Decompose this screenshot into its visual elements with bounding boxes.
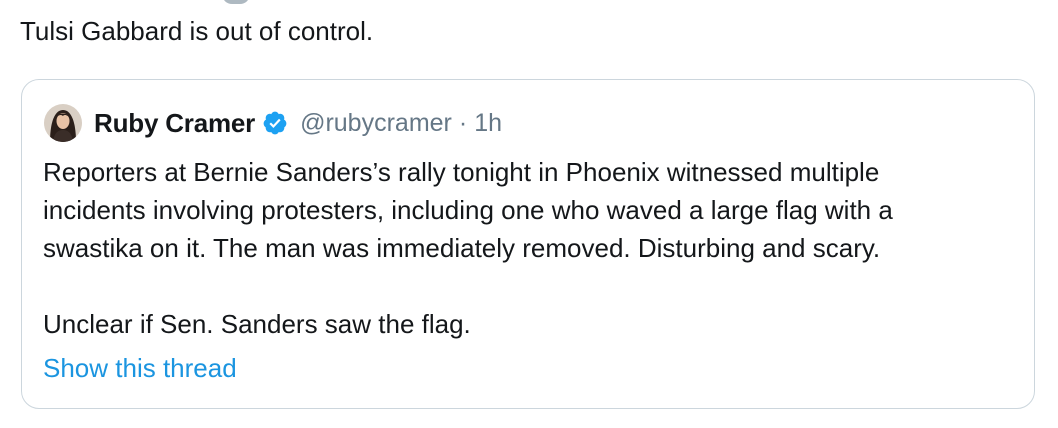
quoted-tweet-card[interactable]: Ruby Cramer @rubycramer · 1h Reporters a… [21, 79, 1035, 409]
quoted-tweet-paragraph: Unclear if Sen. Sanders saw the flag. [43, 309, 471, 339]
tweet-text: Tulsi Gabbard is out of control. [20, 16, 374, 46]
timestamp[interactable]: 1h [474, 109, 502, 138]
avatar[interactable] [44, 104, 82, 142]
tweet-page: Tulsi Gabbard is out of control. Ruby Cr… [0, 0, 1058, 428]
verified-badge-icon [262, 110, 288, 136]
separator-dot: · [458, 108, 468, 137]
cropped-avatar-edge [222, 0, 250, 4]
quoted-tweet-body: Reporters at Bernie Sanders’s rally toni… [43, 153, 1018, 343]
author-handle[interactable]: @rubycramer [300, 109, 452, 138]
quoted-tweet-paragraph: Reporters at Bernie Sanders’s rally toni… [43, 157, 893, 263]
avatar-image [44, 104, 82, 142]
quoted-tweet-header: Ruby Cramer @rubycramer · 1h [44, 101, 502, 145]
show-thread-link[interactable]: Show this thread [43, 351, 237, 385]
author-display-name[interactable]: Ruby Cramer [94, 108, 255, 139]
